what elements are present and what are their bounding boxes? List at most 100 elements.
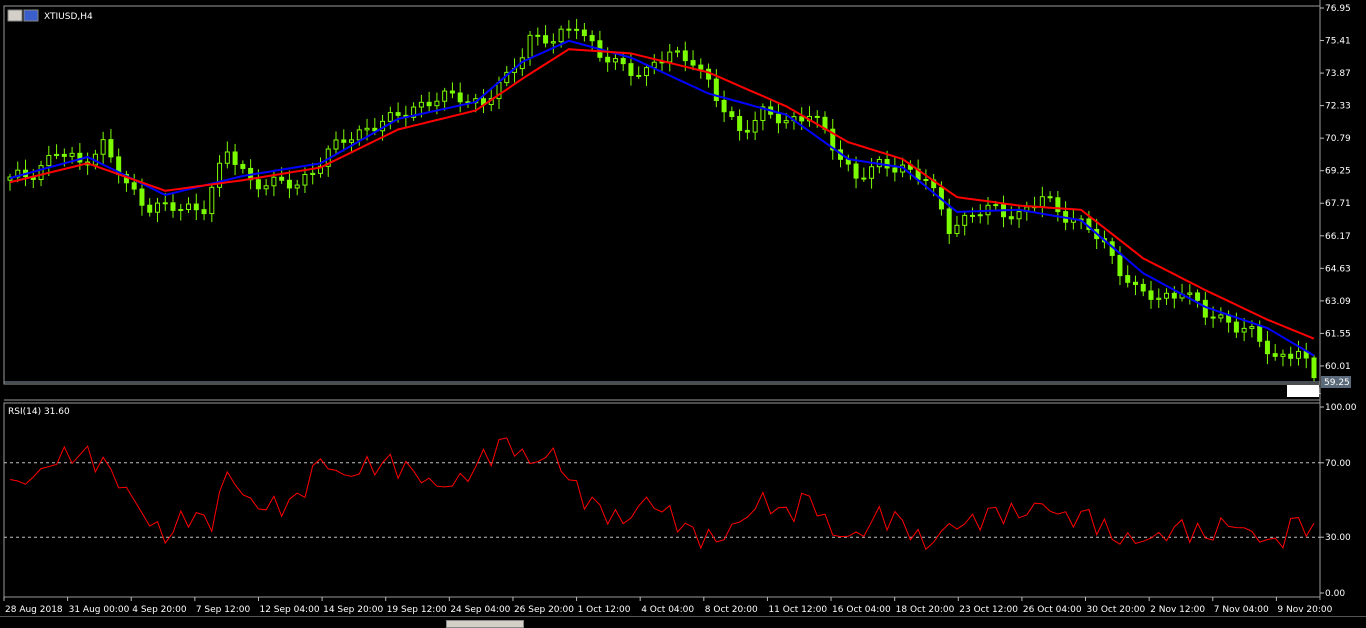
candle-body — [356, 129, 362, 141]
time-tick-label: 26 Oct 04:00 — [1023, 605, 1082, 615]
candle-body — [682, 50, 688, 62]
candle-body — [162, 202, 168, 205]
trading-chart-window[interactable]: 76.95 75.41 73.87 72.33 70.79 69.25 67.71 66.17… — [0, 0, 1366, 628]
candle-body — [209, 186, 215, 215]
time-tick-label: 2 Nov 12:00 — [1150, 605, 1205, 615]
candle-body — [581, 29, 587, 37]
candle-body — [131, 182, 137, 190]
candle-body — [186, 203, 192, 211]
candle-body — [364, 127, 370, 131]
candle-body — [861, 177, 867, 180]
rsi-tick-label: 70.00 — [1325, 459, 1351, 469]
candle-body — [962, 214, 968, 226]
candle-body — [690, 60, 696, 66]
candle-body — [271, 176, 277, 187]
candle-body — [310, 172, 316, 175]
candle-body — [434, 100, 440, 107]
current-price-label: 59.25 — [1324, 378, 1350, 388]
candle-body — [170, 202, 176, 211]
candle-body — [1264, 340, 1270, 355]
candle-body — [946, 208, 952, 235]
candle-body — [193, 203, 199, 211]
candle-body — [77, 152, 83, 163]
price-tick-label: 69.25 — [1325, 167, 1351, 177]
candle-body — [799, 116, 805, 122]
candle-body — [139, 188, 145, 206]
time-tick-label: 31 Aug 00:00 — [69, 605, 130, 615]
candle-body — [737, 116, 743, 131]
candle-body — [100, 139, 106, 155]
rsi-line — [9, 437, 1315, 551]
time-tick-label: 16 Oct 04:00 — [832, 605, 891, 615]
ma-slow-line — [9, 48, 1315, 340]
countdown-label: 02:0 — [1288, 387, 1308, 397]
candle-body — [1148, 290, 1154, 300]
candle-body — [713, 78, 719, 101]
candle-body — [387, 112, 393, 122]
candle-body — [558, 28, 564, 43]
candle-body — [643, 67, 649, 77]
time-tick-label: 11 Oct 12:00 — [768, 605, 827, 615]
candle-body — [775, 113, 781, 124]
time-tick-label: 14 Sep 20:00 — [323, 605, 383, 615]
flag-icon — [23, 9, 39, 22]
candle-body — [38, 165, 44, 181]
candle-body — [752, 119, 758, 133]
candle-body — [1257, 326, 1263, 342]
candle-body — [969, 214, 975, 217]
time-tick-label: 7 Sep 12:00 — [196, 605, 251, 615]
candle-body — [1055, 197, 1061, 213]
candle-body — [294, 184, 300, 189]
candle-body — [69, 152, 75, 157]
candle-body — [341, 139, 347, 143]
candle-body — [1288, 353, 1294, 359]
candle-body — [1233, 321, 1239, 333]
candle-body — [457, 92, 463, 103]
candle-body — [589, 35, 595, 42]
candle-body — [993, 204, 999, 207]
time-tick-label: 9 Nov 20:00 — [1277, 605, 1332, 615]
ma-fast-line — [9, 39, 1315, 357]
candle-body — [1140, 283, 1146, 292]
chart-canvas[interactable]: 76.95 75.41 73.87 72.33 70.79 69.25 67.71 66.17… — [0, 0, 1366, 626]
chart-tab[interactable] — [446, 620, 524, 628]
candle-body — [154, 202, 160, 213]
candle-body — [263, 185, 269, 190]
candle-body — [1117, 254, 1123, 277]
price-tick-label: 60.01 — [1325, 362, 1351, 372]
time-tick-label: 26 Sep 20:00 — [514, 605, 574, 615]
candle-body — [349, 139, 355, 143]
candle-body — [1039, 196, 1045, 208]
candle-body — [675, 50, 681, 53]
candle-body — [426, 101, 432, 107]
candle-body — [224, 151, 230, 164]
candle-body — [543, 35, 549, 44]
candle-body — [954, 224, 960, 235]
rsi-panel-frame — [3, 402, 1321, 598]
candle-body — [574, 28, 580, 31]
candle-body — [706, 68, 712, 80]
candle-body — [46, 155, 52, 167]
price-tick-label: 73.87 — [1325, 69, 1351, 79]
price-tick-label: 67.71 — [1325, 199, 1351, 209]
candle-body — [1280, 353, 1286, 357]
candle-body — [302, 173, 308, 186]
candle-body — [1210, 316, 1216, 319]
time-tick-label: 23 Oct 12:00 — [959, 605, 1018, 615]
candle-body — [1187, 292, 1193, 295]
candle-body — [1008, 216, 1014, 220]
candle-body — [729, 111, 735, 118]
candle-body — [744, 129, 750, 133]
candle-body — [721, 99, 727, 113]
candle-body — [667, 51, 673, 63]
candle-body — [698, 64, 704, 70]
candle-body — [1125, 275, 1131, 283]
candle-body — [1311, 357, 1317, 379]
candle-body — [1164, 292, 1170, 299]
candle-body — [869, 166, 875, 179]
candle-body — [1132, 281, 1138, 285]
candle-body — [620, 58, 626, 65]
candle-body — [395, 112, 401, 116]
price-tick-label: 70.79 — [1325, 134, 1351, 144]
chart-window-icon — [7, 9, 23, 22]
